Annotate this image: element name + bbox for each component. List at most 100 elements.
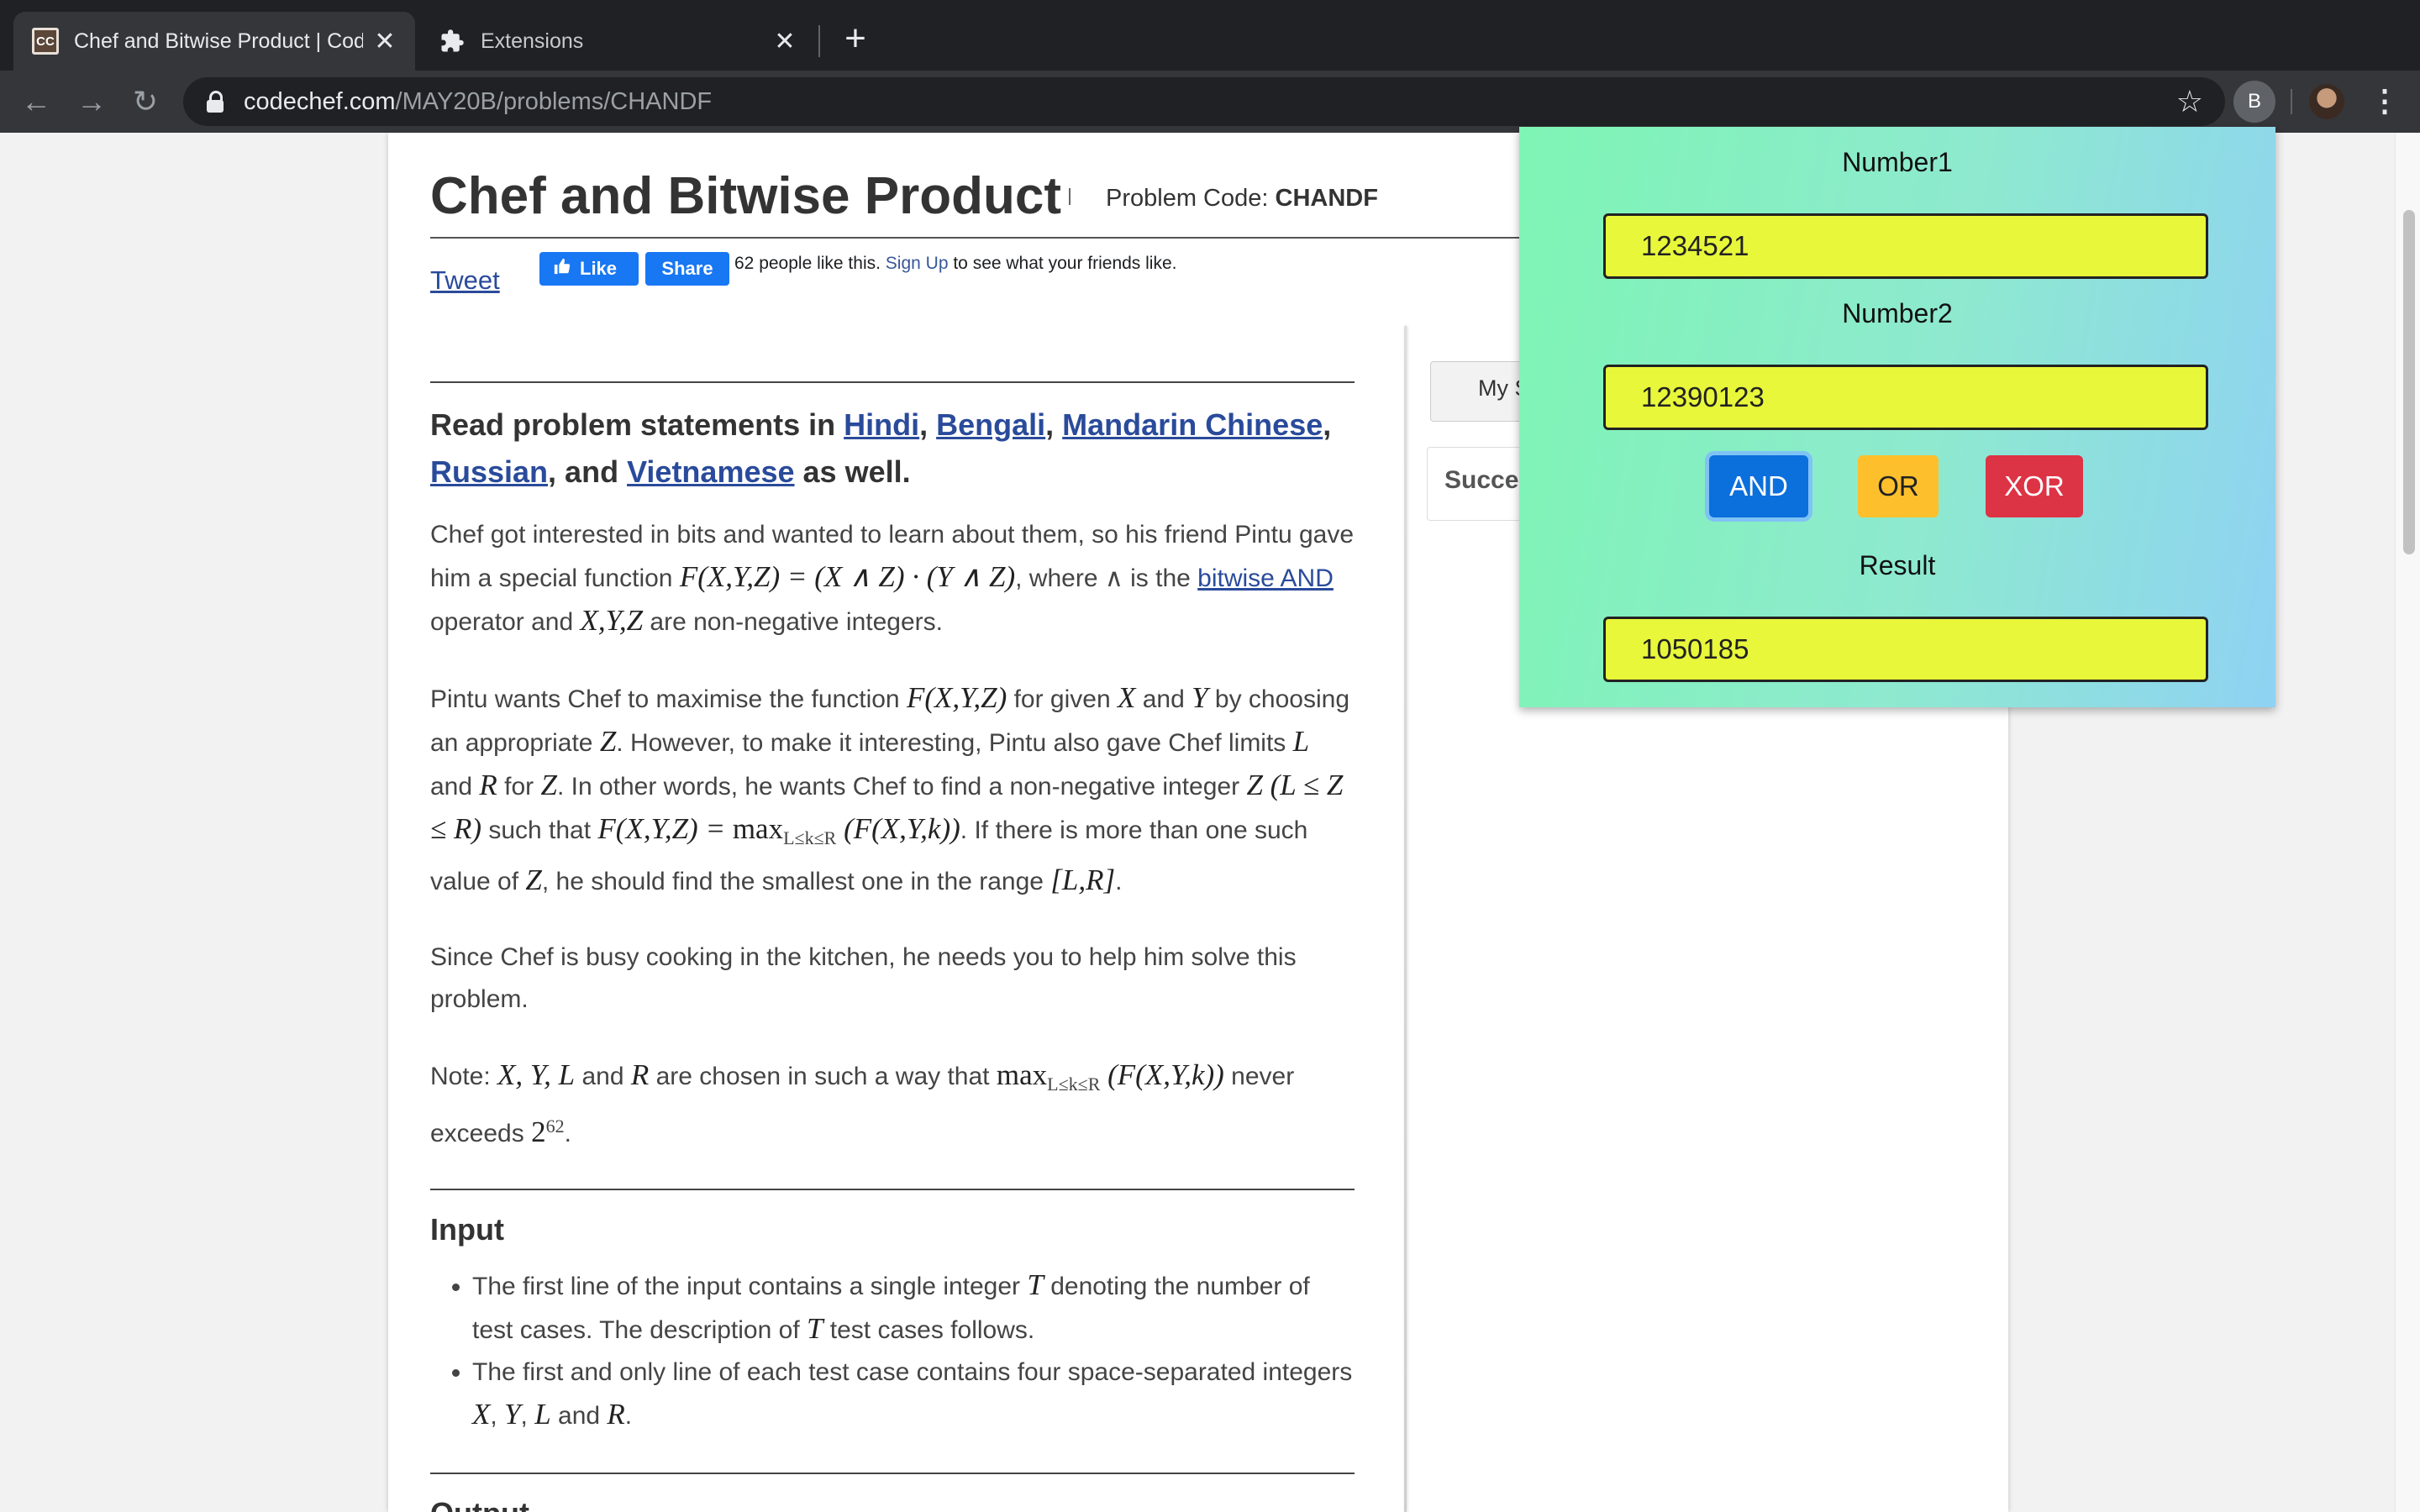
divider <box>430 381 1355 383</box>
puzzle-icon <box>439 28 466 55</box>
facebook-like-label: Like <box>580 258 618 279</box>
link-vietnamese[interactable]: Vietnamese <box>627 454 794 489</box>
new-tab-button[interactable]: + <box>837 20 874 59</box>
toolbar-separator <box>2291 89 2292 114</box>
extension-b-icon[interactable]: B <box>2233 81 2275 123</box>
input-heading: Input <box>430 1212 504 1247</box>
url-path: /MAY20B/problems/CHANDF <box>395 87 713 115</box>
link-mandarin[interactable]: Mandarin Chinese <box>1062 407 1323 442</box>
statement-paragraph-1: Chef got interested in bits and wanted t… <box>430 514 1355 643</box>
codechef-favicon-icon: CC <box>32 28 59 55</box>
page-scrollbar[interactable] <box>2395 133 2420 1512</box>
text: , <box>520 1402 535 1430</box>
page-title: Chef and Bitwise Product <box>430 167 1061 225</box>
back-arrow-icon[interactable]: ← <box>17 82 55 121</box>
math: Y <box>504 1398 521 1431</box>
math: Z <box>540 769 557 801</box>
link-russian[interactable]: Russian <box>430 454 548 489</box>
statement-paragraph-3: Since Chef is busy cooking in the kitche… <box>430 943 1297 1013</box>
math: L <box>1292 725 1310 758</box>
problem-code-value: CHANDF <box>1275 185 1378 212</box>
tab-title: Chef and Bitwise Product | CodeChef <box>74 29 363 53</box>
text: , <box>490 1402 505 1430</box>
number1-label: Number1 <box>1842 147 1953 177</box>
math: X <box>472 1398 491 1431</box>
math: R <box>607 1398 625 1431</box>
tab-strip: CC Chef and Bitwise Product | CodeChef ✕… <box>0 0 2420 71</box>
text: , where ∧ is the <box>1015 564 1198 592</box>
tweet-link[interactable]: Tweet <box>430 265 500 296</box>
or-button[interactable]: OR <box>1858 455 1939 517</box>
number1-input[interactable] <box>1603 213 2208 279</box>
url-host: codechef.com <box>244 87 396 115</box>
math: T <box>1027 1268 1044 1301</box>
divider <box>430 1189 1355 1190</box>
math: Z <box>525 864 542 896</box>
language-links: Read problem statements in Hindi, Bengal… <box>430 407 1332 489</box>
text: are non-negative integers. <box>643 608 943 636</box>
text: Pintu wants Chef to maximise the functio… <box>430 685 907 713</box>
text: . <box>564 1120 571 1147</box>
number2-label: Number2 <box>1842 298 1953 328</box>
facebook-like-count: 62 people like this. Sign Up to see what… <box>734 252 1205 276</box>
fb-signup-link[interactable]: Sign Up <box>886 254 949 273</box>
forward-arrow-icon[interactable]: → <box>72 82 111 121</box>
math: 2 <box>531 1116 546 1148</box>
statement-note: Note: X, Y, L and R are chosen in such a… <box>430 1054 1355 1155</box>
browser-toolbar: ← → ↻ codechef.com/MAY20B/problems/CHAND… <box>0 71 2420 133</box>
text: . In other words, he wants Chef to find … <box>556 773 1247 801</box>
text: test cases follows. <box>823 1316 1035 1344</box>
tab-extensions[interactable]: Extensions ✕ <box>420 12 815 71</box>
math: F(X,Y,Z) <box>906 681 1007 714</box>
list-item: The first line of the input contains a s… <box>472 1264 1355 1352</box>
xor-button[interactable]: XOR <box>1986 455 2083 517</box>
math-subscript: L≤k≤R <box>783 827 837 848</box>
math-subscript: L≤k≤R <box>1047 1074 1101 1095</box>
text: are chosen in such a way that <box>649 1063 997 1090</box>
facebook-like-button[interactable]: Like <box>539 252 639 286</box>
math: (F(X,Y,k)) <box>836 812 960 845</box>
output-heading: Output <box>430 1496 1355 1512</box>
link-bengali[interactable]: Bengali <box>936 407 1045 442</box>
problem-code: Problem Code: CHANDF <box>1106 185 1378 213</box>
column-divider <box>1404 326 1407 1512</box>
bookmark-star-icon[interactable]: ☆ <box>2176 84 2203 119</box>
bitwise-and-link[interactable]: bitwise AND <box>1197 564 1334 592</box>
bitwise-calculator-popup: Number1 Number2 AND OR XOR Result <box>1519 127 2275 707</box>
close-tab-icon[interactable]: ✕ <box>373 28 397 55</box>
lang-suffix: as well. <box>794 454 911 489</box>
text: . <box>624 1402 633 1430</box>
number2-input[interactable] <box>1603 365 2208 430</box>
browser-menu-icon[interactable]: ⋮ <box>2370 82 2400 121</box>
address-bar[interactable]: codechef.com/MAY20B/problems/CHANDF ☆ <box>183 77 2225 126</box>
lang-prefix: Read problem statements in <box>430 407 844 442</box>
math: Y <box>1192 681 1208 714</box>
text: , he should find the smallest one in the… <box>541 868 1051 895</box>
reload-icon[interactable]: ↻ <box>126 82 165 121</box>
facebook-share-button[interactable]: Share <box>645 252 729 286</box>
fb-text-after: to see what your friends like. <box>948 254 1177 273</box>
math: max <box>732 812 784 845</box>
math: (F(X,Y,k)) <box>1100 1058 1224 1091</box>
result-output[interactable] <box>1603 617 2208 682</box>
scrollbar-thumb[interactable] <box>2403 210 2415 554</box>
thumbs-up-icon <box>553 257 571 281</box>
divider <box>430 1473 1355 1474</box>
profile-avatar[interactable] <box>2309 84 2344 119</box>
tab-separator <box>818 25 820 57</box>
math: [L,R] <box>1050 864 1116 896</box>
text: for <box>497 773 541 801</box>
list-item: The first and only line of each test cas… <box>472 1352 1355 1437</box>
and-button[interactable]: AND <box>1709 455 1808 517</box>
text: such that <box>481 816 598 844</box>
link-hindi[interactable]: Hindi <box>844 407 919 442</box>
problem-code-label: Problem Code: <box>1106 185 1276 212</box>
tab-chef-bitwise[interactable]: CC Chef and Bitwise Product | CodeChef ✕ <box>13 12 415 71</box>
text: and <box>575 1063 631 1090</box>
text: . <box>1115 868 1123 895</box>
math: F(X,Y,Z) = <box>597 812 733 845</box>
close-tab-icon[interactable]: ✕ <box>773 28 797 55</box>
math: Z <box>599 725 617 758</box>
result-label: Result <box>1859 550 1936 580</box>
lock-icon[interactable] <box>207 91 224 113</box>
